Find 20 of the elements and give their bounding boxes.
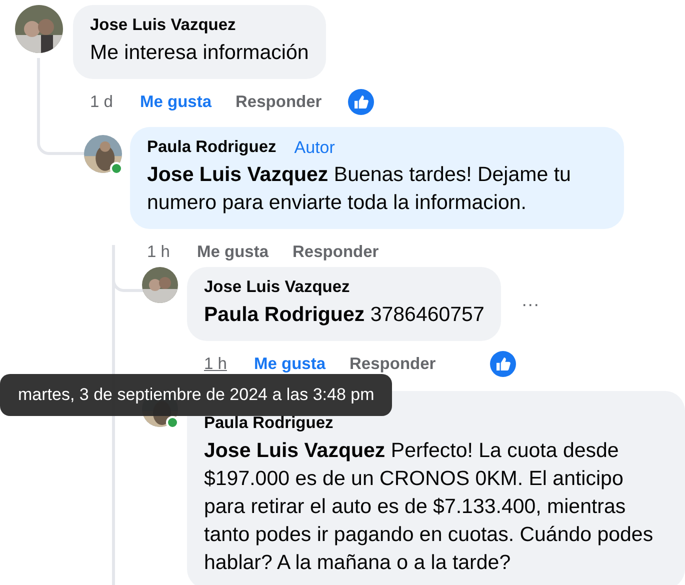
author-name[interactable]: Paula Rodriguez	[147, 138, 276, 157]
like-link[interactable]: Me gusta	[254, 354, 326, 374]
like-link[interactable]: Me gusta	[140, 92, 212, 112]
timestamp-link[interactable]: 1 d	[90, 92, 140, 112]
timestamp-link[interactable]: 1 h	[204, 354, 254, 374]
timestamp-link[interactable]: 1 h	[147, 242, 197, 262]
like-link[interactable]: Me gusta	[197, 242, 269, 262]
reply-link[interactable]: Responder	[350, 354, 436, 374]
date-tooltip: martes, 3 de septiembre de 2024 a las 3:48 pm	[0, 374, 392, 416]
comment-text: Jose Luis Vazquez Buenas tardes! Dejame tu numero para enviarte toda la informacion.	[147, 162, 572, 216]
author-name[interactable]: Jose Luis Vazquez	[204, 278, 350, 297]
more-options-button[interactable]: ···	[517, 290, 544, 318]
author-role-label: Autor	[293, 138, 336, 158]
reply-link[interactable]: Responder	[292, 242, 379, 262]
author-name[interactable]: Paula Rodriguez	[204, 414, 334, 433]
reply-link[interactable]: Responder	[236, 92, 322, 112]
comment-text: Jose Luis Vazquez Perfecto! La cuota desde $197.000 es de un CRONOS 0KM. El anticipo para retirar el auto es de $7.133.400, mientras tanto podes ir pagando en cuotas. Cuándo podes hablar? A la mañana o a la tarde?	[204, 438, 654, 576]
author-name[interactable]: Jose Luis Vazquez	[90, 16, 236, 35]
comment-text: Paula Rodriguez 3786460757	[204, 302, 484, 328]
comment-text: Me interesa información	[90, 40, 309, 66]
